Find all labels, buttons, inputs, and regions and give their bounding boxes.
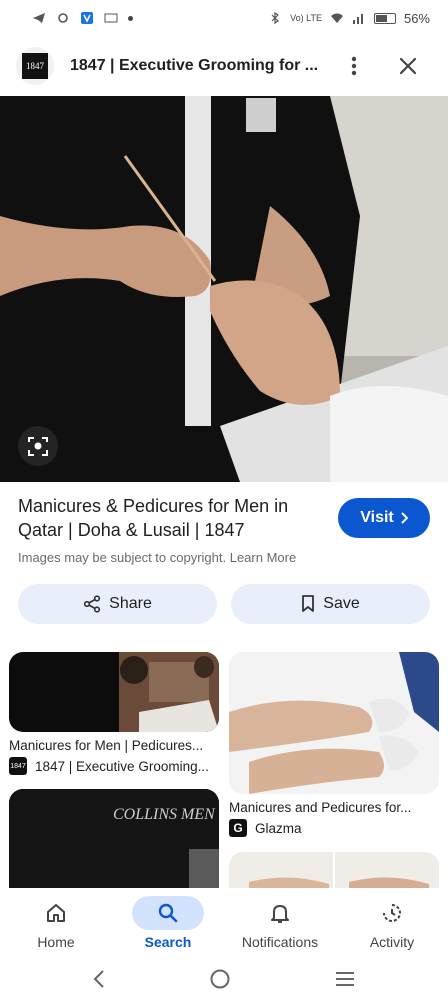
site-logo-text: 1847 [22,53,48,79]
nav-search[interactable]: Search [112,888,224,958]
bottom-navigation: Home Search Notifications Activity [0,888,448,958]
share-label: Share [109,595,152,612]
lens-icon [28,437,48,456]
save-button[interactable]: Save [231,584,430,624]
dot-icon [128,15,133,21]
result-image[interactable] [0,96,448,482]
source-logo-icon: 1847 [9,757,27,775]
action-row: Share Save [18,584,430,624]
notification-icon [104,13,118,23]
result-title[interactable]: Manicures & Pedicures for Men in Qatar |… [18,494,318,542]
visit-label: Visit [360,509,394,526]
related-source: G Glazma [229,819,439,837]
battery-icon [373,12,396,24]
related-caption: Manicures and Pedicures for... [229,800,412,815]
nav-label: Notifications [241,934,319,950]
bluetooth-icon [271,12,280,24]
activity-icon [383,904,401,922]
related-card[interactable]: Manicures and Pedicures for... G Glazma [229,652,439,837]
collins-logo: COLLINS MEN [113,806,216,823]
home-icon [47,904,65,922]
sync-icon [58,13,68,23]
bell-icon [271,905,289,923]
related-source: 1847 1847 | Executive Grooming... [9,757,219,775]
result-info: Manicures & Pedicures for Men in Qatar |… [18,494,430,565]
system-navigation [0,958,448,1000]
close-icon [399,57,417,75]
nav-pill [20,896,92,930]
save-label: Save [323,595,360,612]
home-circle-icon[interactable] [209,968,231,990]
bookmark-icon [302,595,315,612]
related-source-name: Glazma [255,820,302,836]
nav-label: Activity [369,934,415,950]
lens-button[interactable] [18,426,58,466]
viewer-header: 1847 1847 | Executive Grooming for ... [0,38,448,94]
copyright-notice[interactable]: Images may be subject to copyright. Lear… [18,550,430,565]
nav-label: Search [144,934,192,950]
search-icon [158,903,178,923]
app-icon [81,12,93,24]
chevron-right-icon [401,512,408,524]
more-vert-icon [351,56,357,76]
wifi-icon [330,13,343,23]
site-logo[interactable]: 1847 [16,47,54,85]
more-options-button[interactable] [338,50,370,82]
nav-notifications[interactable]: Notifications [224,888,336,958]
related-source-name: 1847 | Executive Grooming... [35,758,209,774]
battery-level: 56% [403,10,430,26]
share-icon [84,595,101,613]
network-type: Vo) LTE [290,13,322,23]
nav-home[interactable]: Home [0,888,112,958]
status-bar: Vo) LTE 56% [0,0,448,36]
page-title[interactable]: 1847 | Executive Grooming for ... [70,57,320,75]
nav-pill [356,896,428,930]
share-button[interactable]: Share [18,584,217,624]
visit-button[interactable]: Visit [338,498,430,538]
signal-icon [352,14,363,24]
telegram-icon [33,13,45,23]
close-button[interactable] [392,50,424,82]
nav-label: Home [37,934,75,950]
back-icon[interactable] [92,969,106,989]
nav-activity[interactable]: Activity [336,888,448,958]
glazma-logo-icon: G [229,819,247,837]
related-thumb [9,652,219,732]
related-card[interactable]: Manicures for Men | Pedicures... 1847 18… [9,652,219,775]
recents-icon[interactable] [334,970,356,988]
nav-pill [244,896,316,930]
nav-pill [132,896,204,930]
related-caption: Manicures for Men | Pedicures... [9,738,204,753]
manicure-photo [0,96,448,482]
related-thumb [229,652,439,794]
